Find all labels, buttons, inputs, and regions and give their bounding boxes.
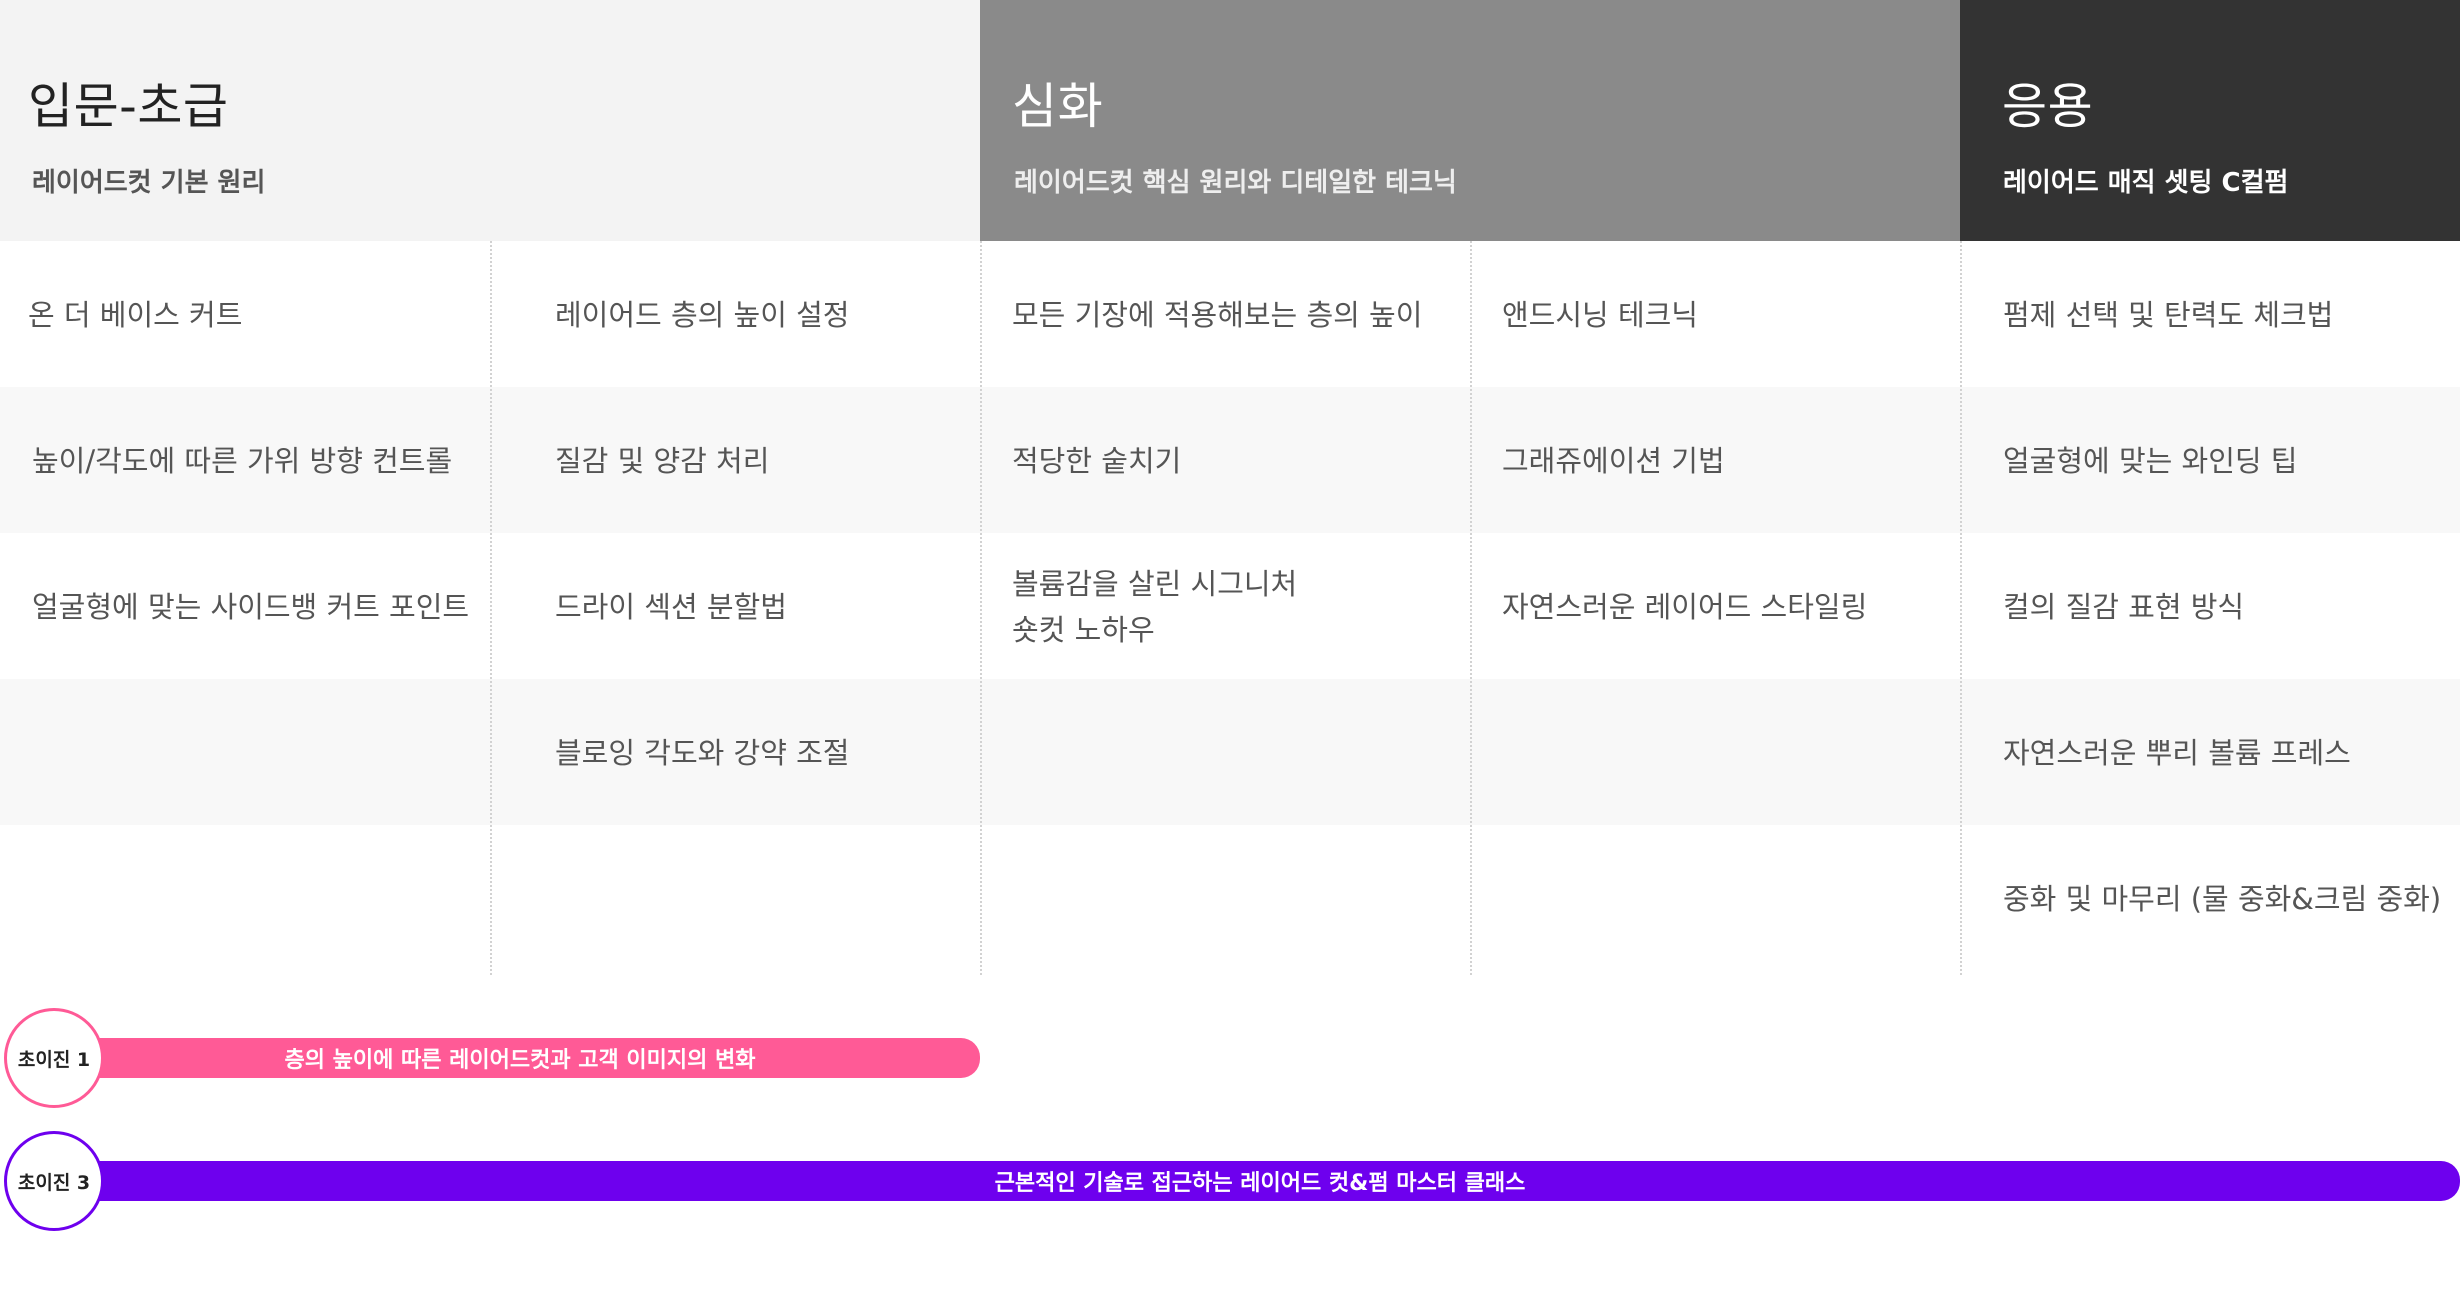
lesson-item: 블로잉 각도와 강약 조절 (555, 736, 850, 770)
course-label: 초이진 1 (17, 1048, 91, 1071)
lesson-item: 앤드시닝 테크닉 (1502, 298, 1698, 332)
stage-header-advanced: 심화 레이어드컷 핵심 원리와 디테일한 테크닉 (980, 0, 1960, 241)
stage-header-beginner: 입문-초급 레이어드컷 기본 원리 (0, 0, 980, 241)
lesson-item: 펌제 선택 및 탄력도 체크법 (2003, 298, 2334, 332)
lesson-item: 중화 및 마무리 (물 중화&크림 중화) (2003, 882, 2442, 916)
lesson-item: 모든 기장에 적용해보는 층의 높이 (1012, 298, 1423, 332)
curriculum-grid: 입문-초급 레이어드컷 기본 원리 심화 레이어드컷 핵심 원리와 디테일한 테… (0, 0, 2460, 975)
stage-title: 응용 (2002, 78, 2094, 135)
course-track-3: 근본적인 기술로 접근하는 레이어드 컷&펌 마스터 클래스 (60, 1161, 2460, 1201)
lesson-item: 드라이 섹션 분할법 (555, 590, 787, 624)
course-label: 초이진 3 (17, 1171, 91, 1194)
stage-subtitle: 레이어드 매직 셋팅 C컬펌 (2003, 168, 2289, 198)
lesson-item: 질감 및 양감 처리 (555, 444, 770, 478)
lesson-item: 온 더 베이스 커트 (28, 298, 243, 332)
course-track-1: 층의 높이에 따른 레이어드컷과 고객 이미지의 변화 (60, 1038, 980, 1078)
column-divider (1470, 241, 1472, 975)
lesson-item: 레이어드 층의 높이 설정 (555, 298, 850, 332)
course-label-badge: 초이진 3 (4, 1131, 104, 1231)
stage-header-applied: 응용 레이어드 매직 셋팅 C컬펌 (1960, 0, 2460, 241)
course-title: 층의 높이에 따른 레이어드컷과 고객 이미지의 변화 (284, 1048, 756, 1073)
column-divider (490, 241, 492, 975)
stage-subtitle: 레이어드컷 기본 원리 (32, 168, 266, 198)
lesson-item: 컬의 질감 표현 방식 (2003, 590, 2245, 624)
course-label-badge: 초이진 1 (4, 1008, 104, 1108)
lesson-item: 얼굴형에 맞는 와인딩 팁 (2003, 444, 2298, 478)
stage-title: 입문-초급 (28, 78, 229, 135)
column-divider (980, 241, 982, 975)
stage-subtitle: 레이어드컷 핵심 원리와 디테일한 테크닉 (1014, 168, 1457, 198)
lesson-item: 자연스러운 뿌리 볼륨 프레스 (2003, 736, 2351, 770)
lesson-item: 그래쥬에이션 기법 (1502, 444, 1725, 478)
lesson-item: 높이/각도에 따른 가위 방향 컨트롤 (32, 444, 453, 478)
lesson-item: 적당한 숱치기 (1012, 444, 1182, 478)
lesson-item: 얼굴형에 맞는 사이드뱅 커트 포인트 (32, 590, 470, 624)
lesson-item: 자연스러운 레이어드 스타일링 (1502, 590, 1868, 624)
stage-title: 심화 (1012, 78, 1104, 135)
course-title: 근본적인 기술로 접근하는 레이어드 컷&펌 마스터 클래스 (994, 1171, 1526, 1196)
lesson-item: 볼륨감을 살린 시그니처 숏컷 노하우 (1012, 567, 1298, 647)
column-divider (1960, 241, 1962, 975)
